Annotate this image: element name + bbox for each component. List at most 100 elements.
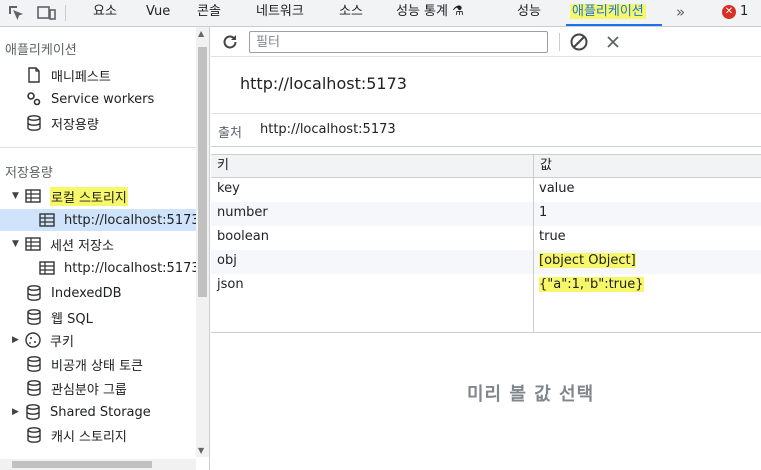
row-key[interactable]: boolean bbox=[211, 226, 533, 250]
expand-arrow-icon[interactable]: ▼ bbox=[12, 191, 22, 201]
tab-application[interactable]: 애플리케이션 bbox=[570, 0, 646, 26]
preview-placeholder: 미리 볼 값 선택 bbox=[467, 384, 595, 405]
row-value[interactable]: 1 bbox=[533, 202, 761, 226]
grid-bottom-border bbox=[211, 332, 761, 333]
storage-section-title: 저장용량 bbox=[5, 166, 53, 181]
filter-input[interactable] bbox=[249, 31, 548, 53]
sidebar-item-interest-groups[interactable]: 관심분야 그룹 bbox=[25, 377, 127, 399]
database-icon bbox=[27, 380, 41, 396]
sidebar-item-indexeddb[interactable]: IndexedDB bbox=[25, 282, 122, 304]
refresh-icon[interactable] bbox=[220, 32, 240, 52]
tab-bar-divider bbox=[65, 5, 66, 21]
table-row[interactable]: key value bbox=[211, 178, 761, 202]
tab-elements[interactable]: 요소 bbox=[93, 0, 117, 26]
database-icon bbox=[26, 404, 40, 420]
sidebar-item-private-state-tokens[interactable]: 비공개 상태 토큰 bbox=[25, 353, 143, 375]
tab-console[interactable]: 콘솔 bbox=[197, 0, 221, 26]
row-value[interactable]: {"a":1,"b":true} bbox=[533, 274, 761, 298]
row-value[interactable]: true bbox=[533, 226, 761, 250]
table-row[interactable]: json {"a":1,"b":true} bbox=[211, 274, 761, 298]
tab-network[interactable]: 네트워크 bbox=[256, 0, 304, 26]
document-icon bbox=[28, 67, 40, 83]
error-count[interactable]: 1 bbox=[740, 0, 748, 24]
table-row[interactable]: number 1 bbox=[211, 202, 761, 226]
devtools-tab-bar: 요소 Vue 콘솔 네트워크 소스 성능 통계 ⚗ 성능 애플리케이션 » ✕ … bbox=[0, 0, 761, 27]
row-key[interactable]: key bbox=[211, 178, 533, 202]
sidebar-item-websql[interactable]: 웹 SQL bbox=[25, 306, 93, 328]
row-value[interactable]: [object Object] bbox=[533, 250, 761, 274]
origin-heading: http://localhost:5173 bbox=[240, 74, 407, 93]
sidebar-vertical-scrollbar[interactable]: ▲ ▼ bbox=[196, 27, 209, 457]
scroll-up-icon[interactable]: ▲ bbox=[198, 29, 204, 38]
sidebar-divider bbox=[0, 147, 196, 148]
sidebar-item-label: 저장용량 bbox=[51, 117, 99, 133]
sidebar-item-label: http://localhost:5173 bbox=[64, 212, 200, 228]
tab-performance-insights[interactable]: 성능 통계 ⚗ bbox=[396, 0, 464, 26]
sidebar-item-label: Service workers bbox=[51, 91, 155, 107]
device-toolbar-icon[interactable] bbox=[36, 3, 56, 23]
collapse-arrow-icon[interactable]: ▶ bbox=[12, 407, 22, 417]
storage-panel: http://localhost:5173 출처 http://localhos… bbox=[211, 27, 761, 470]
sidebar-item-label: 세션 저장소 bbox=[50, 238, 114, 254]
sidebar-item-label: http://localhost:5173 bbox=[64, 260, 200, 276]
sidebar-item-label: Shared Storage bbox=[50, 404, 151, 420]
column-header-value[interactable]: 값 bbox=[533, 155, 761, 179]
table-icon bbox=[39, 261, 55, 275]
column-header-key[interactable]: 키 bbox=[211, 155, 533, 179]
row-value-text: {"a":1,"b":true} bbox=[539, 277, 644, 292]
expand-arrow-icon[interactable]: ▼ bbox=[12, 239, 22, 249]
database-icon bbox=[27, 356, 41, 372]
sidebar-item-label: 캐시 스토리지 bbox=[51, 429, 127, 445]
tab-sources[interactable]: 소스 bbox=[339, 0, 363, 26]
sidebar-item-cache-storage[interactable]: 캐시 스토리지 bbox=[25, 424, 127, 446]
sidebar-item-local-storage[interactable]: ▼ 로컬 스토리지 bbox=[12, 185, 128, 207]
tab-application-label: 애플리케이션 bbox=[570, 4, 646, 19]
collapse-arrow-icon[interactable]: ▶ bbox=[12, 335, 22, 345]
sidebar-item-service-workers[interactable]: Service workers bbox=[25, 88, 154, 110]
sidebar-item-label: 로컬 스토리지 bbox=[50, 186, 128, 206]
sidebar-item-shared-storage[interactable]: ▶ Shared Storage bbox=[12, 401, 151, 423]
database-icon bbox=[27, 427, 41, 443]
cookie-icon bbox=[25, 332, 41, 348]
row-key[interactable]: number bbox=[211, 202, 533, 226]
sidebar-item-cookies[interactable]: ▶ 쿠키 bbox=[12, 329, 74, 351]
table-icon bbox=[39, 213, 55, 227]
scroll-down-icon[interactable]: ▼ bbox=[198, 446, 204, 455]
database-icon bbox=[27, 115, 41, 131]
sidebar-item-label: 쿠키 bbox=[50, 334, 74, 350]
sidebar-item-session-storage-origin[interactable]: http://localhost:5173 bbox=[38, 257, 200, 279]
origin-value: http://localhost:5173 bbox=[260, 122, 396, 137]
sidebar-scroll-thumb[interactable] bbox=[198, 47, 207, 297]
row-value[interactable]: value bbox=[533, 178, 761, 202]
sidebar-item-label: 매니페스트 bbox=[51, 69, 111, 85]
clear-all-icon[interactable] bbox=[569, 32, 589, 52]
sidebar-horizontal-scroll-thumb[interactable] bbox=[12, 461, 152, 468]
database-icon bbox=[27, 309, 41, 325]
sidebar-item-label: 웹 SQL bbox=[51, 311, 93, 327]
row-key[interactable]: json bbox=[211, 274, 533, 298]
application-sidebar: 애플리케이션 매니페스트 Service workers 저장용량 저장용량 ▼… bbox=[0, 27, 210, 470]
sidebar-horizontal-scrollbar[interactable] bbox=[0, 459, 196, 470]
table-row[interactable]: obj [object Object] bbox=[211, 250, 761, 274]
origin-info-row: 출처 http://localhost:5173 bbox=[211, 113, 761, 147]
tab-vue[interactable]: Vue bbox=[146, 0, 170, 26]
row-key[interactable]: obj bbox=[211, 250, 533, 274]
sidebar-item-manifest[interactable]: 매니페스트 bbox=[25, 64, 111, 86]
origin-label: 출처 bbox=[218, 126, 242, 141]
more-tabs-icon[interactable]: » bbox=[676, 0, 685, 26]
error-icon[interactable]: ✕ bbox=[722, 5, 736, 19]
table-icon bbox=[25, 189, 41, 203]
sidebar-item-label: IndexedDB bbox=[51, 285, 122, 301]
column-divider[interactable] bbox=[533, 178, 534, 332]
sidebar-item-session-storage[interactable]: ▼ 세션 저장소 bbox=[12, 233, 114, 255]
tab-performance[interactable]: 성능 bbox=[517, 0, 541, 26]
delete-selected-icon[interactable] bbox=[604, 33, 622, 51]
row-value-text: [object Object] bbox=[539, 253, 636, 268]
storage-data-grid: 키 값 key value number 1 boolean true obj … bbox=[211, 154, 761, 298]
sidebar-item-local-storage-origin[interactable]: http://localhost:5173 bbox=[0, 209, 200, 231]
sidebar-item-storage[interactable]: 저장용량 bbox=[25, 112, 99, 134]
sidebar-item-label: 관심분야 그룹 bbox=[51, 382, 127, 398]
inspect-element-icon[interactable] bbox=[6, 3, 26, 23]
table-row[interactable]: boolean true bbox=[211, 226, 761, 250]
sidebar-item-label: 비공개 상태 토큰 bbox=[51, 358, 143, 374]
